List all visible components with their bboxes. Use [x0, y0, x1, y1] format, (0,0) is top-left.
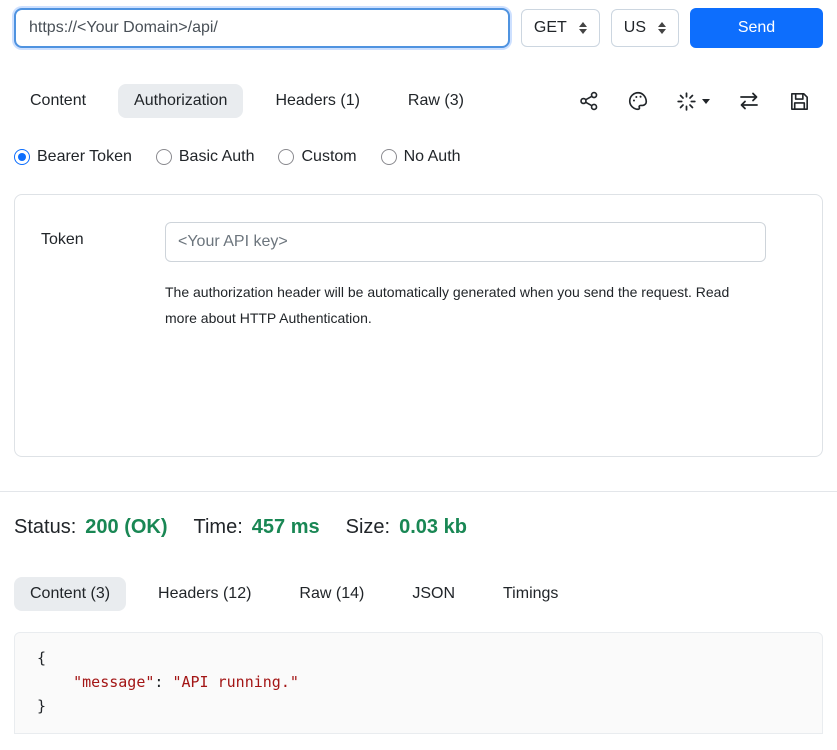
region-select[interactable]: US [611, 9, 679, 47]
updown-arrows-icon [658, 22, 666, 34]
status-label: Status: [14, 516, 76, 539]
tab-headers[interactable]: Headers (1) [259, 84, 375, 118]
token-label: Token [41, 222, 165, 249]
swap-arrows-icon[interactable] [737, 89, 761, 113]
radio-unselected-icon [278, 149, 294, 165]
response-tab-json[interactable]: JSON [396, 577, 471, 611]
request-toolbar [578, 89, 811, 113]
updown-arrows-icon [579, 22, 587, 34]
response-tabs: Content (3) Headers (12) Raw (14) JSON T… [14, 577, 823, 611]
radio-label: Custom [301, 148, 356, 166]
radio-unselected-icon [156, 149, 172, 165]
code-line: } [37, 694, 800, 718]
share-nodes-icon[interactable] [578, 90, 600, 112]
radio-label: Bearer Token [37, 148, 132, 166]
size-label: Size: [346, 516, 390, 539]
response-tab-timings[interactable]: Timings [487, 577, 574, 611]
json-string-value: "API running." [172, 673, 298, 691]
method-select[interactable]: GET [521, 9, 600, 47]
token-input[interactable] [165, 222, 766, 262]
send-button[interactable]: Send [690, 8, 823, 48]
radio-custom[interactable]: Custom [278, 148, 356, 166]
radio-bearer-token[interactable]: Bearer Token [14, 148, 132, 166]
request-tabs: Content Authorization Headers (1) Raw (3… [14, 84, 480, 118]
response-tab-content[interactable]: Content (3) [14, 577, 126, 611]
tab-raw[interactable]: Raw (3) [392, 84, 480, 118]
radio-label: Basic Auth [179, 148, 255, 166]
time-value: 457 ms [252, 516, 320, 539]
radio-no-auth[interactable]: No Auth [381, 148, 461, 166]
auth-help-text: The authorization header will be automat… [165, 280, 750, 332]
response-body: { "message": "API running." } [14, 632, 823, 734]
size-value: 0.03 kb [399, 516, 467, 539]
radio-label: No Auth [404, 148, 461, 166]
request-tabs-row: Content Authorization Headers (1) Raw (3… [14, 84, 823, 118]
tab-content[interactable]: Content [14, 84, 102, 118]
radio-basic-auth[interactable]: Basic Auth [156, 148, 255, 166]
auth-panel: Token The authorization header will be a… [14, 194, 823, 457]
auth-type-radio-group: Bearer Token Basic Auth Custom No Auth [14, 148, 823, 166]
time-label: Time: [194, 516, 243, 539]
region-select-value: US [624, 19, 646, 37]
code-line: "message": "API running." [37, 670, 800, 694]
magic-wand-dropdown-icon[interactable] [676, 91, 710, 112]
response-tab-headers[interactable]: Headers (12) [142, 577, 267, 611]
api-client-page: GET US Send Content Authorization Header… [0, 0, 837, 734]
palette-icon[interactable] [627, 90, 649, 112]
tab-authorization[interactable]: Authorization [118, 84, 243, 118]
method-select-value: GET [534, 19, 567, 37]
save-icon[interactable] [788, 90, 811, 113]
response-tab-raw[interactable]: Raw (14) [283, 577, 380, 611]
section-divider [0, 491, 837, 492]
radio-selected-icon [14, 149, 30, 165]
request-bar: GET US Send [14, 8, 823, 48]
response-summary: Status: 200 (OK) Time: 457 ms Size: 0.03… [14, 516, 823, 539]
chevron-down-icon [702, 99, 710, 104]
url-input[interactable] [14, 8, 510, 48]
code-line: { [37, 646, 800, 670]
json-key: "message" [73, 673, 154, 691]
token-column: The authorization header will be automat… [165, 222, 766, 332]
radio-unselected-icon [381, 149, 397, 165]
status-value: 200 (OK) [85, 516, 167, 539]
